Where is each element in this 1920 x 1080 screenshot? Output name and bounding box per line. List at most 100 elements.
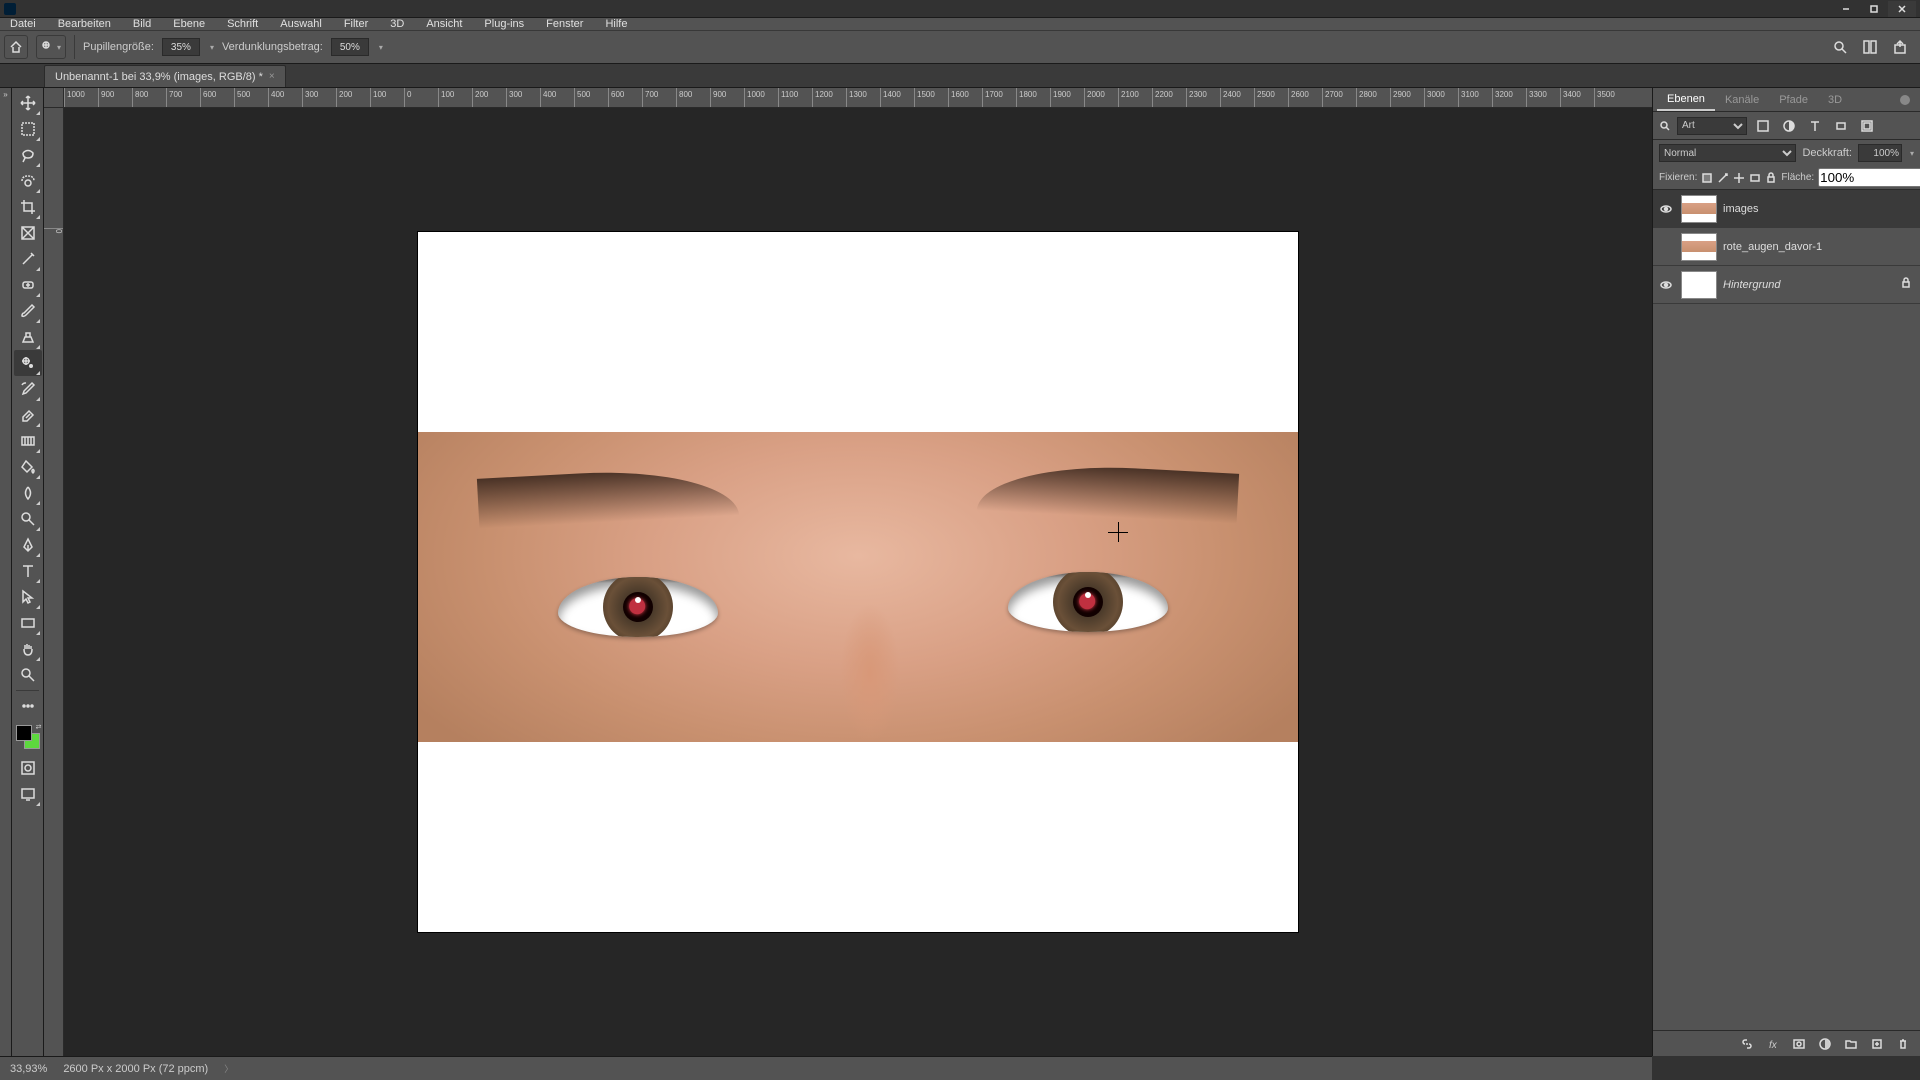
zoom-tool[interactable] — [14, 662, 42, 688]
swap-colors-icon[interactable]: ⇄ — [36, 723, 42, 731]
dodge-tool[interactable] — [14, 506, 42, 532]
panel-menu-button[interactable] — [1900, 95, 1910, 105]
tab-ebenen[interactable]: Ebenen — [1657, 89, 1715, 111]
blend-mode-select[interactable]: Normal — [1659, 144, 1796, 162]
minimize-button[interactable] — [1832, 1, 1860, 17]
tool-preset-picker[interactable]: ▾ — [36, 35, 66, 59]
menu-bild[interactable]: Bild — [129, 18, 155, 30]
artboard[interactable] — [418, 232, 1298, 932]
layer-thumbnail[interactable] — [1681, 271, 1717, 299]
type-tool[interactable] — [14, 558, 42, 584]
chevron-down-icon[interactable]: ▾ — [1910, 149, 1914, 158]
lock-artboard-button[interactable] — [1749, 170, 1761, 186]
gradient-tool[interactable] — [14, 428, 42, 454]
canvas-area[interactable]: 1000900800700600500400300200100010020030… — [44, 88, 1652, 1056]
search-button[interactable] — [1830, 37, 1850, 57]
home-button[interactable] — [4, 35, 28, 59]
lock-all-button[interactable] — [1765, 170, 1777, 186]
eraser-tool[interactable] — [14, 402, 42, 428]
document-canvas[interactable] — [64, 108, 1652, 1056]
filter-type-icon[interactable] — [1805, 117, 1825, 135]
filter-shape-icon[interactable] — [1831, 117, 1851, 135]
layer-thumbnail[interactable] — [1681, 195, 1717, 223]
darken-amount-input[interactable] — [331, 38, 369, 56]
pupil-size-input[interactable] — [162, 38, 200, 56]
delete-layer-button[interactable] — [1894, 1035, 1912, 1053]
menu-filter[interactable]: Filter — [340, 18, 372, 30]
screen-mode-button[interactable] — [14, 781, 42, 807]
menu-datei[interactable]: Datei — [6, 18, 40, 30]
paint-bucket-tool[interactable] — [14, 454, 42, 480]
menu-schrift[interactable]: Schrift — [223, 18, 262, 30]
layer-name[interactable]: images — [1723, 203, 1758, 215]
filter-adjustment-icon[interactable] — [1779, 117, 1799, 135]
red-eye-tool[interactable] — [14, 350, 42, 376]
link-layers-button[interactable] — [1738, 1035, 1756, 1053]
close-window-button[interactable] — [1888, 1, 1916, 17]
lock-image-button[interactable] — [1717, 170, 1729, 186]
document-tab[interactable]: Unbenannt-1 bei 33,9% (images, RGB/8) * … — [44, 65, 286, 87]
menu-auswahl[interactable]: Auswahl — [276, 18, 326, 30]
menu-fenster[interactable]: Fenster — [542, 18, 587, 30]
layer-visibility-toggle[interactable] — [1657, 202, 1675, 216]
layer-row[interactable]: rote_augen_davor-1 — [1653, 228, 1920, 266]
tab-pfade[interactable]: Pfade — [1769, 90, 1818, 110]
edit-toolbar-button[interactable] — [14, 693, 42, 719]
layer-visibility-toggle[interactable] — [1657, 278, 1675, 292]
foreground-color-swatch[interactable] — [16, 725, 32, 741]
brush-tool[interactable] — [14, 298, 42, 324]
horizontal-ruler[interactable]: 1000900800700600500400300200100010020030… — [64, 88, 1652, 108]
lock-position-button[interactable] — [1733, 170, 1745, 186]
layer-row[interactable]: images — [1653, 190, 1920, 228]
workspace-button[interactable] — [1860, 37, 1880, 57]
eyedropper-tool[interactable] — [14, 246, 42, 272]
maximize-button[interactable] — [1860, 1, 1888, 17]
hand-tool[interactable] — [14, 636, 42, 662]
new-layer-button[interactable] — [1868, 1035, 1886, 1053]
zoom-level[interactable]: 33,93% — [10, 1063, 47, 1075]
menu-ebene[interactable]: Ebene — [169, 18, 209, 30]
menu-ansicht[interactable]: Ansicht — [422, 18, 466, 30]
path-selection-tool[interactable] — [14, 584, 42, 610]
layer-row[interactable]: Hintergrund — [1653, 266, 1920, 304]
chevron-down-icon[interactable]: ▾ — [210, 43, 214, 52]
lock-transparency-button[interactable] — [1701, 170, 1713, 186]
marquee-tool[interactable] — [14, 116, 42, 142]
filter-pixel-icon[interactable] — [1753, 117, 1773, 135]
filter-smartobject-icon[interactable] — [1857, 117, 1877, 135]
frame-tool[interactable] — [14, 220, 42, 246]
layer-style-button[interactable]: fx — [1764, 1035, 1782, 1053]
layer-name[interactable]: Hintergrund — [1723, 279, 1780, 291]
menu-hilfe[interactable]: Hilfe — [601, 18, 631, 30]
clone-stamp-tool[interactable] — [14, 324, 42, 350]
adjustment-layer-button[interactable] — [1816, 1035, 1834, 1053]
rectangle-tool[interactable] — [14, 610, 42, 636]
layer-filter-type[interactable]: Art — [1677, 117, 1747, 135]
ruler-origin[interactable] — [44, 88, 64, 108]
layer-group-button[interactable] — [1842, 1035, 1860, 1053]
toolbox-collapse-handle[interactable]: » — [0, 88, 12, 1056]
quick-selection-tool[interactable] — [14, 168, 42, 194]
document-info[interactable]: 2600 Px x 2000 Px (72 ppcm) — [63, 1063, 208, 1075]
tab-3d[interactable]: 3D — [1818, 90, 1852, 110]
layer-thumbnail[interactable] — [1681, 233, 1717, 261]
pen-tool[interactable] — [14, 532, 42, 558]
layer-mask-button[interactable] — [1790, 1035, 1808, 1053]
tab-kanaele[interactable]: Kanäle — [1715, 90, 1769, 110]
vertical-ruler[interactable]: 0 — [44, 108, 64, 1056]
chevron-down-icon[interactable]: ▾ — [379, 43, 383, 52]
close-tab-button[interactable]: × — [269, 71, 275, 82]
opacity-input[interactable] — [1858, 144, 1902, 162]
lasso-tool[interactable] — [14, 142, 42, 168]
layer-name[interactable]: rote_augen_davor-1 — [1723, 241, 1822, 253]
quick-mask-button[interactable] — [14, 755, 42, 781]
color-swatches[interactable]: ⇄ — [16, 725, 40, 749]
fill-input[interactable] — [1818, 168, 1920, 187]
move-tool[interactable] — [14, 90, 42, 116]
crop-tool[interactable] — [14, 194, 42, 220]
share-button[interactable] — [1890, 37, 1910, 57]
menu-plugins[interactable]: Plug-ins — [480, 18, 528, 30]
healing-brush-tool[interactable] — [14, 272, 42, 298]
chevron-right-icon[interactable]: 〉 — [224, 1062, 233, 1075]
menu-bearbeiten[interactable]: Bearbeiten — [54, 18, 115, 30]
